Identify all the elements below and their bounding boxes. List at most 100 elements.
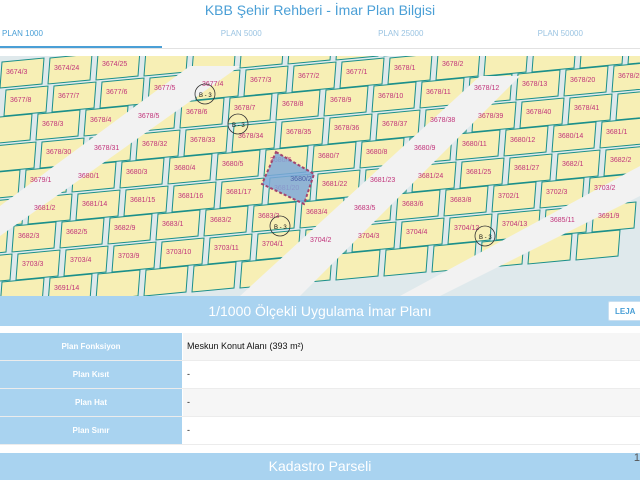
parcel-label: 3678/37 (382, 121, 407, 128)
parcel-label: 3680/4 (174, 165, 196, 172)
parcel-label: 3691/9 (598, 213, 620, 220)
parcel-label: 3681/23 (370, 177, 395, 184)
parcel-label: 3678/2 (442, 61, 464, 68)
parcel-label: 3678/31 (94, 145, 119, 152)
parcel-label: 3683/6 (402, 201, 424, 208)
parcel-label: 3680/14 (558, 133, 583, 140)
parcel-label: 3704/4 (406, 229, 428, 236)
parcel-label: 3678/6 (186, 109, 208, 116)
parcel-label: 3681/25 (466, 169, 491, 176)
parcel-label: 3681/27 (514, 165, 539, 172)
parcel-label: 3678/25 (618, 73, 640, 80)
parcel-label: 3679/1 (30, 177, 52, 184)
parcel-label: 3678/30 (46, 149, 71, 156)
parcel-label: 3674/25 (102, 61, 127, 68)
parcel-label: 3703/11 (214, 245, 239, 252)
parcel-label: 3681/2 (34, 205, 56, 212)
parcel-block (383, 245, 429, 277)
table-row: Plan Fonksiyon Meskun Konut Alanı (393 m… (0, 333, 640, 361)
row-value: - (183, 361, 640, 388)
parcel-block (575, 229, 621, 261)
parcel-block (627, 56, 640, 65)
row-value: - (183, 389, 640, 416)
parcel-label: 3683/1 (162, 221, 184, 228)
parcel-label: 3702/1 (498, 193, 520, 200)
parcel-label: 3680/9 (414, 145, 436, 152)
parcel-label: 3682/5 (66, 229, 88, 236)
parcel-label: 3703/3 (22, 261, 44, 268)
parcel-block (95, 269, 141, 296)
tab-plan-50000[interactable]: PLAN 50000 (481, 22, 640, 48)
parcel-label: 3704/1 (262, 241, 284, 248)
parcel-label: 3678/33 (190, 137, 215, 144)
tab-plan-25000[interactable]: PLAN 25000 (321, 22, 481, 48)
plan-scale-tabs: PLAN 1000 PLAN 5000 PLAN 25000 PLAN 5000… (0, 22, 640, 49)
parcel-label: 3680/3 (126, 169, 148, 176)
parcel-block (0, 253, 13, 282)
parcel-label: 3682/9 (114, 225, 136, 232)
parcel-label: 3678/5 (138, 113, 160, 120)
parcel-label: 3674/3 (6, 69, 28, 76)
row-key: Plan Hat (0, 389, 183, 416)
parcel-block (95, 56, 141, 81)
parcel-label: 3703/2 (594, 185, 616, 192)
parcel-label: 3678/20 (570, 77, 595, 84)
selected-parcel-label: 3680/2 (290, 176, 312, 183)
parcel-label: 3677/8 (10, 97, 32, 104)
parcel-label: 3677/3 (250, 77, 272, 84)
parcel-block (191, 261, 237, 293)
parcel-label: 3677/6 (106, 89, 128, 96)
parcel-label: 3704/2 (310, 237, 332, 244)
parcel-label: 3703/4 (70, 257, 92, 264)
parcel-label: 3677/5 (154, 85, 176, 92)
parcel-label: 3682/2 (610, 157, 632, 164)
parcel-label: 3678/3 (42, 121, 64, 128)
parcel-label: 3702/3 (546, 189, 568, 196)
page-title: KBB Şehir Rehberi - İmar Plan Bilgisi (0, 0, 640, 20)
parcel-label: 3678/4 (90, 117, 112, 124)
parcel-block (0, 141, 37, 172)
parcel-label: 3678/32 (142, 141, 167, 148)
parcel-label: 3681/17 (226, 189, 251, 196)
zone-label: B - 3 (479, 235, 492, 241)
row-key: Plan Kısıt (0, 361, 183, 388)
parcel-label: 3680/5 (222, 161, 244, 168)
row-value: Meskun Konut Alanı (393 m²) (183, 333, 640, 360)
parcel-label: 3683/2 (210, 217, 232, 224)
parcel-block (615, 91, 640, 121)
parcel-label: 3681/24 (418, 173, 443, 180)
parcel-label: 3680/11 (462, 141, 487, 148)
plan-map-canvas[interactable]: 3674/3 3674/24 3674/25 3677/8 3677/7 3677/6 36… (0, 56, 640, 296)
parcel-label: 3678/39 (478, 113, 503, 120)
parcel-label: 3678/8 (282, 101, 304, 108)
cadastre-section-header: Kadastro Parseli (0, 453, 640, 480)
zone-label: B - 3 (232, 123, 245, 129)
parcel-block (0, 113, 33, 144)
parcel-label: 3678/9 (330, 97, 352, 104)
plan-info-table: Plan Fonksiyon Meskun Konut Alanı (393 m… (0, 333, 640, 445)
parcel-label: 3678/35 (286, 129, 311, 136)
tab-plan-1000[interactable]: PLAN 1000 (0, 22, 162, 48)
parcel-label: 3683/5 (354, 205, 376, 212)
zone-label: B - 3 (199, 93, 212, 99)
page-number: 1 (633, 452, 640, 464)
parcel-label: 3682/3 (18, 233, 40, 240)
parcel-label: 3703/9 (118, 253, 140, 260)
parcel-label: 3674/24 (54, 65, 79, 72)
legend-button[interactable]: LEJA (608, 301, 640, 321)
parcel-label: 3678/1 (394, 65, 416, 72)
parcel-label: 3678/10 (378, 93, 403, 100)
parcel-label: 3681/16 (178, 193, 203, 200)
parcel-label: 3678/13 (522, 81, 547, 88)
parcel-block (143, 265, 189, 296)
parcel-label: 3678/11 (426, 89, 451, 96)
table-row: Plan Sınır - (0, 417, 640, 445)
parcel-label: 3680/7 (318, 153, 340, 160)
tab-plan-5000[interactable]: PLAN 5000 (162, 22, 322, 48)
plan-map[interactable]: 3674/3 3674/24 3674/25 3677/8 3677/7 3677/6 36… (0, 56, 640, 296)
parcel-block (335, 249, 381, 281)
table-row: Plan Hat - (0, 389, 640, 417)
zone-label: B - 3 (274, 225, 287, 231)
parcel-label: 3678/36 (334, 125, 359, 132)
parcel-label: 3681/1 (606, 129, 628, 136)
